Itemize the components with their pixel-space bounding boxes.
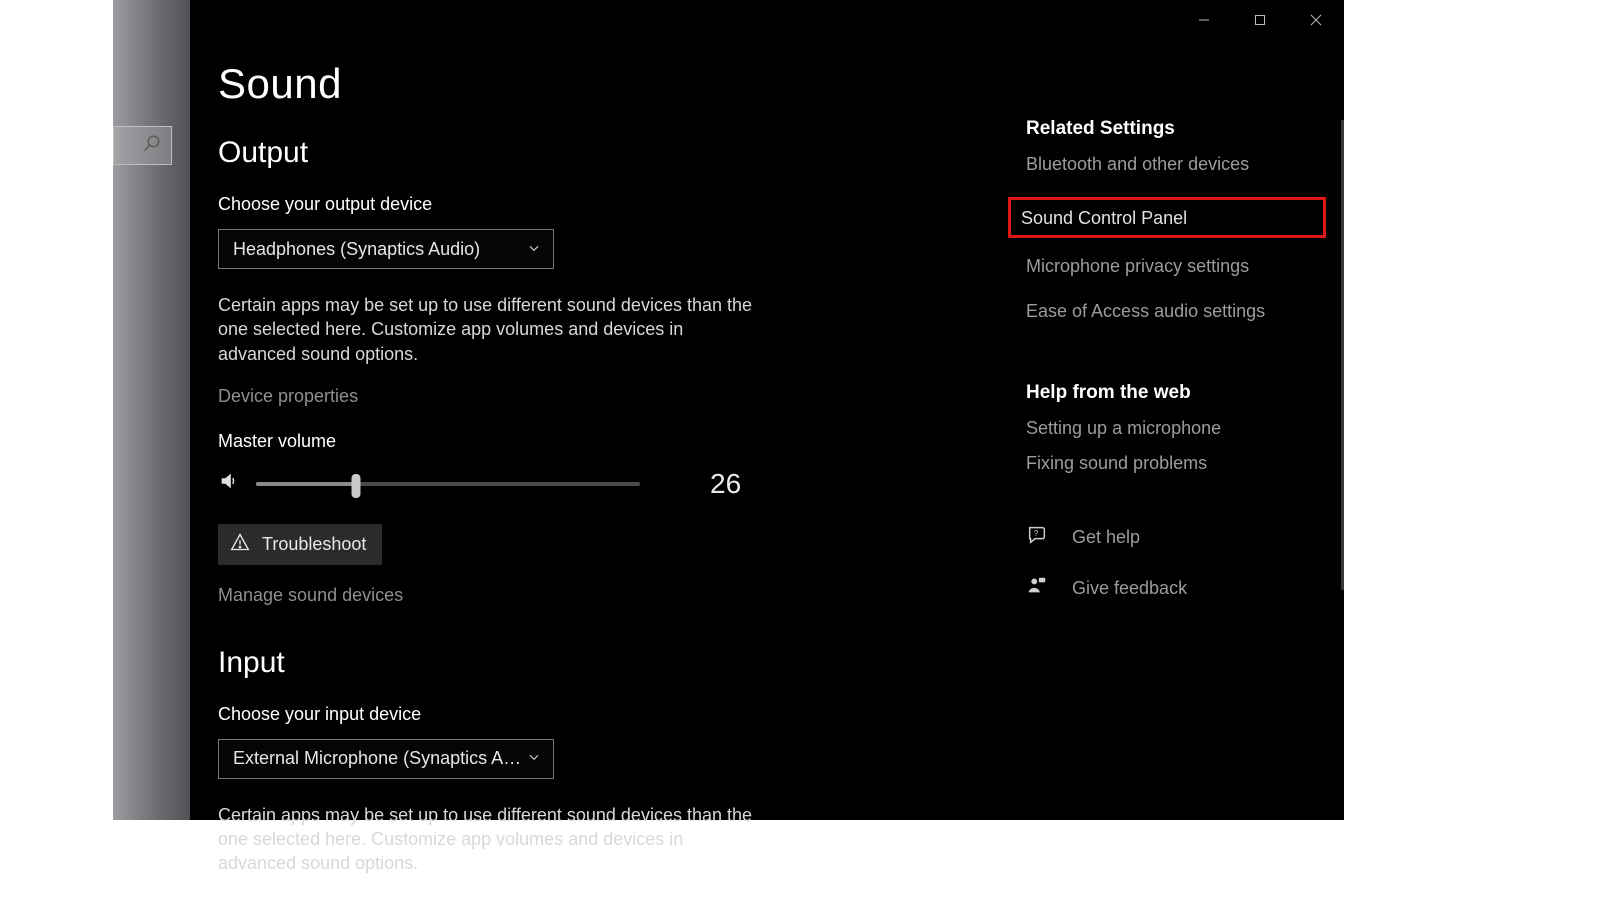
related-settings-heading: Related Settings xyxy=(1026,118,1326,140)
related-sound-control-panel[interactable]: Sound Control Panel xyxy=(1008,197,1326,238)
maximize-button[interactable] xyxy=(1232,0,1288,40)
input-device-value: External Microphone (Synaptics Aud... xyxy=(233,748,527,769)
device-properties-link[interactable]: Device properties xyxy=(218,386,358,407)
help-setup-microphone[interactable]: Setting up a microphone xyxy=(1026,418,1326,439)
give-feedback-label: Give feedback xyxy=(1072,578,1187,599)
related-bluetooth[interactable]: Bluetooth and other devices xyxy=(1026,154,1326,175)
troubleshoot-button[interactable]: Troubleshoot xyxy=(218,524,382,565)
input-description: Certain apps may be set up to use differ… xyxy=(218,803,758,876)
slider-fill xyxy=(256,482,356,486)
input-choose-label: Choose your input device xyxy=(218,704,998,725)
minimize-button[interactable] xyxy=(1176,0,1232,40)
get-help-label: Get help xyxy=(1072,527,1140,548)
give-feedback-link[interactable]: Give feedback xyxy=(1026,575,1326,602)
page-title: Sound xyxy=(218,60,998,108)
main-content: Sound Output Choose your output device H… xyxy=(218,60,998,876)
manage-sound-devices-link[interactable]: Manage sound devices xyxy=(218,585,403,606)
volume-value: 26 xyxy=(710,468,741,500)
slider-thumb[interactable] xyxy=(351,474,360,498)
warning-icon xyxy=(230,532,250,557)
search-button[interactable] xyxy=(113,126,172,165)
output-choose-label: Choose your output device xyxy=(218,194,998,215)
feedback-icon xyxy=(1026,575,1048,602)
search-icon xyxy=(143,134,161,157)
master-volume-label: Master volume xyxy=(218,431,998,452)
scrollbar[interactable] xyxy=(1341,120,1344,590)
chevron-down-icon xyxy=(527,748,541,769)
svg-text:?: ? xyxy=(1034,529,1039,538)
window-controls xyxy=(1176,0,1344,40)
help-fixing-sound[interactable]: Fixing sound problems xyxy=(1026,453,1326,474)
close-button[interactable] xyxy=(1288,0,1344,40)
settings-window: Sound Output Choose your output device H… xyxy=(190,0,1344,820)
help-heading: Help from the web xyxy=(1026,382,1326,404)
chat-help-icon: ? xyxy=(1026,524,1048,551)
get-help-link[interactable]: ? Get help xyxy=(1026,524,1326,551)
troubleshoot-label: Troubleshoot xyxy=(262,534,366,555)
related-ease-of-access-audio[interactable]: Ease of Access audio settings xyxy=(1026,301,1326,322)
output-description: Certain apps may be set up to use differ… xyxy=(218,293,758,366)
right-column: Related Settings Bluetooth and other dev… xyxy=(1026,118,1326,602)
related-microphone-privacy[interactable]: Microphone privacy settings xyxy=(1026,256,1326,277)
volume-slider[interactable] xyxy=(256,472,640,496)
sidebar-sliver xyxy=(113,0,190,820)
output-device-value: Headphones (Synaptics Audio) xyxy=(233,239,480,260)
chevron-down-icon xyxy=(527,239,541,260)
input-device-select[interactable]: External Microphone (Synaptics Aud... xyxy=(218,739,554,779)
master-volume-row: 26 xyxy=(218,468,998,500)
speaker-icon[interactable] xyxy=(218,470,240,497)
output-device-select[interactable]: Headphones (Synaptics Audio) xyxy=(218,229,554,269)
input-heading: Input xyxy=(218,646,998,680)
output-heading: Output xyxy=(218,136,998,170)
